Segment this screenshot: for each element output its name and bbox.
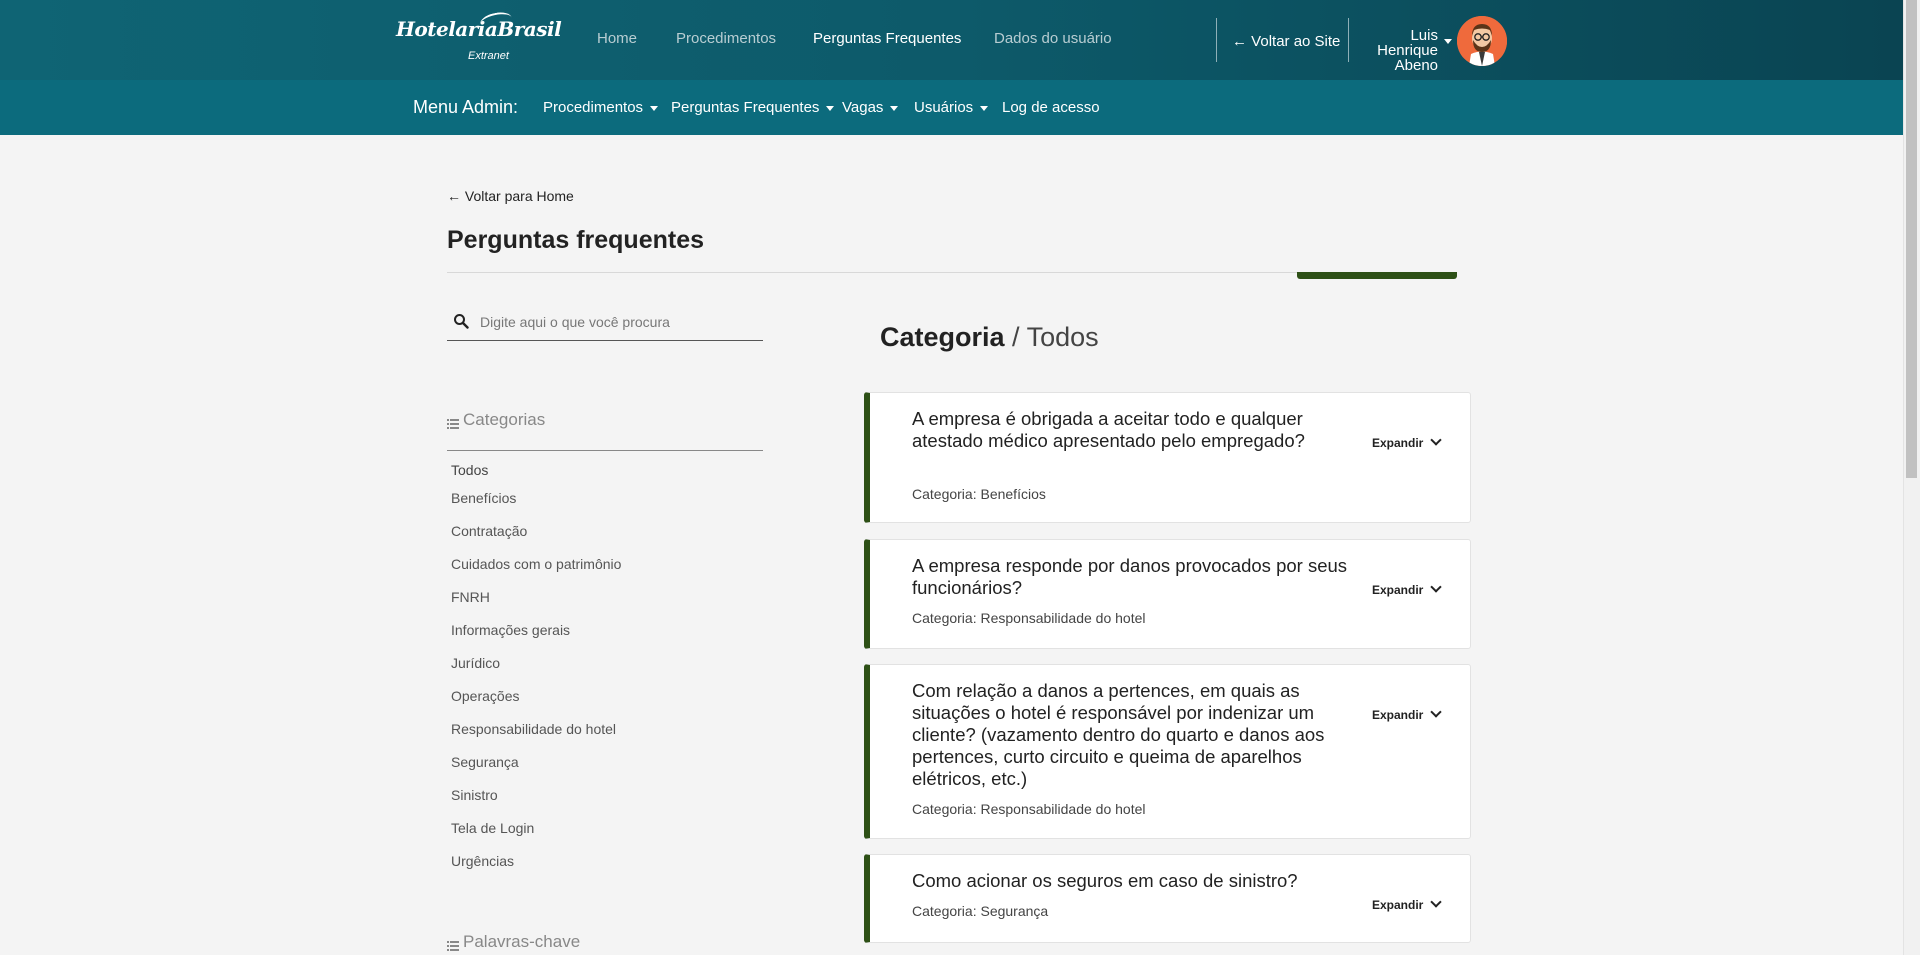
keywords-title-label: Palavras-chave bbox=[463, 932, 581, 951]
category-heading: Categoria / Todos bbox=[880, 322, 1099, 353]
category-item[interactable]: Jurídico bbox=[451, 655, 500, 671]
faq-card[interactable]: Como acionar os seguros em caso de sinis… bbox=[864, 854, 1471, 943]
admin-menu-usuarios[interactable]: Usuários bbox=[914, 99, 989, 116]
page-title: Perguntas frequentes bbox=[447, 226, 705, 254]
logo[interactable]: HotelariaBrasil Extranet bbox=[396, 9, 562, 62]
faq-category: Categoria: Benefícios bbox=[912, 486, 1046, 502]
divider bbox=[1348, 18, 1349, 62]
faq-category: Categoria: Segurança bbox=[912, 903, 1049, 919]
nav-dados-usuario[interactable]: Dados do usuário bbox=[994, 30, 1112, 47]
category-item[interactable]: Cuidados com o patrimônio bbox=[451, 556, 621, 572]
category-item[interactable]: FNRH bbox=[451, 589, 490, 605]
expand-button[interactable]: Expandir bbox=[1372, 434, 1443, 450]
admin-menu-item-label: Usuários bbox=[914, 99, 974, 116]
category-item[interactable]: Operações bbox=[451, 688, 519, 704]
admin-menu-item-label: Log de acesso bbox=[1002, 99, 1100, 116]
back-to-home-label: Voltar para Home bbox=[464, 188, 574, 204]
admin-menu-item-label: Vagas bbox=[842, 99, 884, 116]
categories-title: Categorias bbox=[447, 410, 545, 430]
search-box bbox=[447, 305, 763, 341]
user-name-line: Luis bbox=[1410, 27, 1438, 44]
admin-menu-bar: Menu Admin: Procedimentos Perguntas Freq… bbox=[0, 80, 1903, 135]
faq-question: A empresa é obrigada a aceitar todo e qu… bbox=[912, 408, 1305, 451]
divider bbox=[1216, 18, 1217, 62]
chevron-down-icon bbox=[1430, 434, 1443, 446]
nav-perguntas-frequentes[interactable]: Perguntas Frequentes bbox=[813, 30, 961, 47]
faq-category: Categoria: Responsabilidade do hotel bbox=[912, 610, 1146, 626]
category-heading-sep: / bbox=[1004, 322, 1027, 352]
admin-menu-item-label: Perguntas Frequentes bbox=[671, 99, 820, 116]
faq-category: Categoria: Responsabilidade do hotel bbox=[912, 801, 1146, 817]
expand-button[interactable]: Expandir bbox=[1372, 706, 1443, 722]
nav-procedimentos[interactable]: Procedimentos bbox=[676, 30, 776, 47]
expand-label: Expandir bbox=[1372, 898, 1424, 912]
faq-question: Como acionar os seguros em caso de sinis… bbox=[912, 870, 1298, 891]
logo-brand: HotelariaBrasil bbox=[396, 17, 562, 41]
chevron-down-icon bbox=[1430, 896, 1443, 908]
category-item[interactable]: Urgências bbox=[451, 853, 514, 869]
category-heading-label: Categoria bbox=[880, 322, 1005, 352]
user-name-line: Henrique bbox=[1377, 42, 1438, 59]
category-item[interactable]: Informações gerais bbox=[451, 622, 570, 638]
chevron-down-icon bbox=[1430, 581, 1443, 593]
chevron-down-icon bbox=[1430, 706, 1443, 718]
arrow-left-icon: ← bbox=[1232, 33, 1247, 50]
faq-question: Com relação a danos a pertences, em quai… bbox=[912, 680, 1325, 789]
expand-label: Expandir bbox=[1372, 708, 1424, 722]
logo-sub: Extranet bbox=[468, 50, 509, 62]
arrow-left-icon: ← bbox=[447, 188, 461, 204]
admin-menu-vagas[interactable]: Vagas bbox=[842, 99, 899, 116]
category-item[interactable]: Benefícios bbox=[451, 490, 516, 506]
search-icon bbox=[453, 313, 469, 334]
top-navbar: HotelariaBrasil Extranet Home Procedimen… bbox=[0, 0, 1903, 80]
chevron-down-icon bbox=[890, 105, 899, 111]
back-to-site-link[interactable]: ← Voltar ao Site bbox=[1232, 33, 1340, 50]
user-menu[interactable]: Luis Henrique Abeno bbox=[1370, 28, 1438, 73]
category-item-todos[interactable]: Todos bbox=[451, 462, 488, 478]
title-accent-bar bbox=[1297, 272, 1457, 279]
admin-menu-procedimentos[interactable]: Procedimentos bbox=[543, 99, 659, 116]
admin-menu-label: Menu Admin: bbox=[413, 97, 519, 117]
faq-question: A empresa responde por danos provocados … bbox=[912, 555, 1348, 598]
avatar[interactable] bbox=[1457, 16, 1507, 66]
scrollbar-thumb[interactable] bbox=[1906, 0, 1917, 478]
back-to-site-label: Voltar ao Site bbox=[1251, 33, 1341, 50]
nav-home[interactable]: Home bbox=[597, 30, 637, 47]
chevron-down-icon bbox=[650, 105, 659, 111]
keywords-title: Palavras-chave bbox=[447, 932, 580, 952]
admin-menu-log-de-acesso[interactable]: Log de acesso bbox=[1002, 99, 1100, 116]
chevron-down-icon bbox=[980, 105, 989, 111]
faq-card[interactable]: A empresa é obrigada a aceitar todo e qu… bbox=[864, 392, 1471, 523]
category-item[interactable]: Tela de Login bbox=[451, 820, 534, 836]
admin-menu-item-label: Procedimentos bbox=[543, 99, 644, 116]
user-name-line: Abeno bbox=[1394, 57, 1438, 74]
expand-label: Expandir bbox=[1372, 436, 1424, 450]
divider bbox=[447, 450, 763, 451]
admin-menu-perguntas-frequentes[interactable]: Perguntas Frequentes bbox=[671, 99, 835, 116]
categories-title-label: Categorias bbox=[463, 410, 546, 429]
expand-button[interactable]: Expandir bbox=[1372, 581, 1443, 597]
chevron-down-icon[interactable] bbox=[1444, 39, 1452, 44]
category-item[interactable]: Responsabilidade do hotel bbox=[451, 721, 616, 737]
faq-card[interactable]: Com relação a danos a pertences, em quai… bbox=[864, 664, 1471, 839]
category-item[interactable]: Sinistro bbox=[451, 787, 498, 803]
expand-button[interactable]: Expandir bbox=[1372, 896, 1443, 912]
category-item[interactable]: Contratação bbox=[451, 523, 527, 539]
search-input[interactable] bbox=[480, 311, 750, 333]
list-icon bbox=[447, 414, 459, 429]
list-icon bbox=[447, 936, 459, 951]
back-to-home-link[interactable]: ← Voltar para Home bbox=[447, 188, 574, 204]
category-item[interactable]: Segurança bbox=[451, 754, 519, 770]
faq-card[interactable]: A empresa responde por danos provocados … bbox=[864, 539, 1471, 649]
chevron-down-icon bbox=[826, 105, 835, 111]
expand-label: Expandir bbox=[1372, 583, 1424, 597]
category-heading-value: Todos bbox=[1026, 322, 1099, 352]
